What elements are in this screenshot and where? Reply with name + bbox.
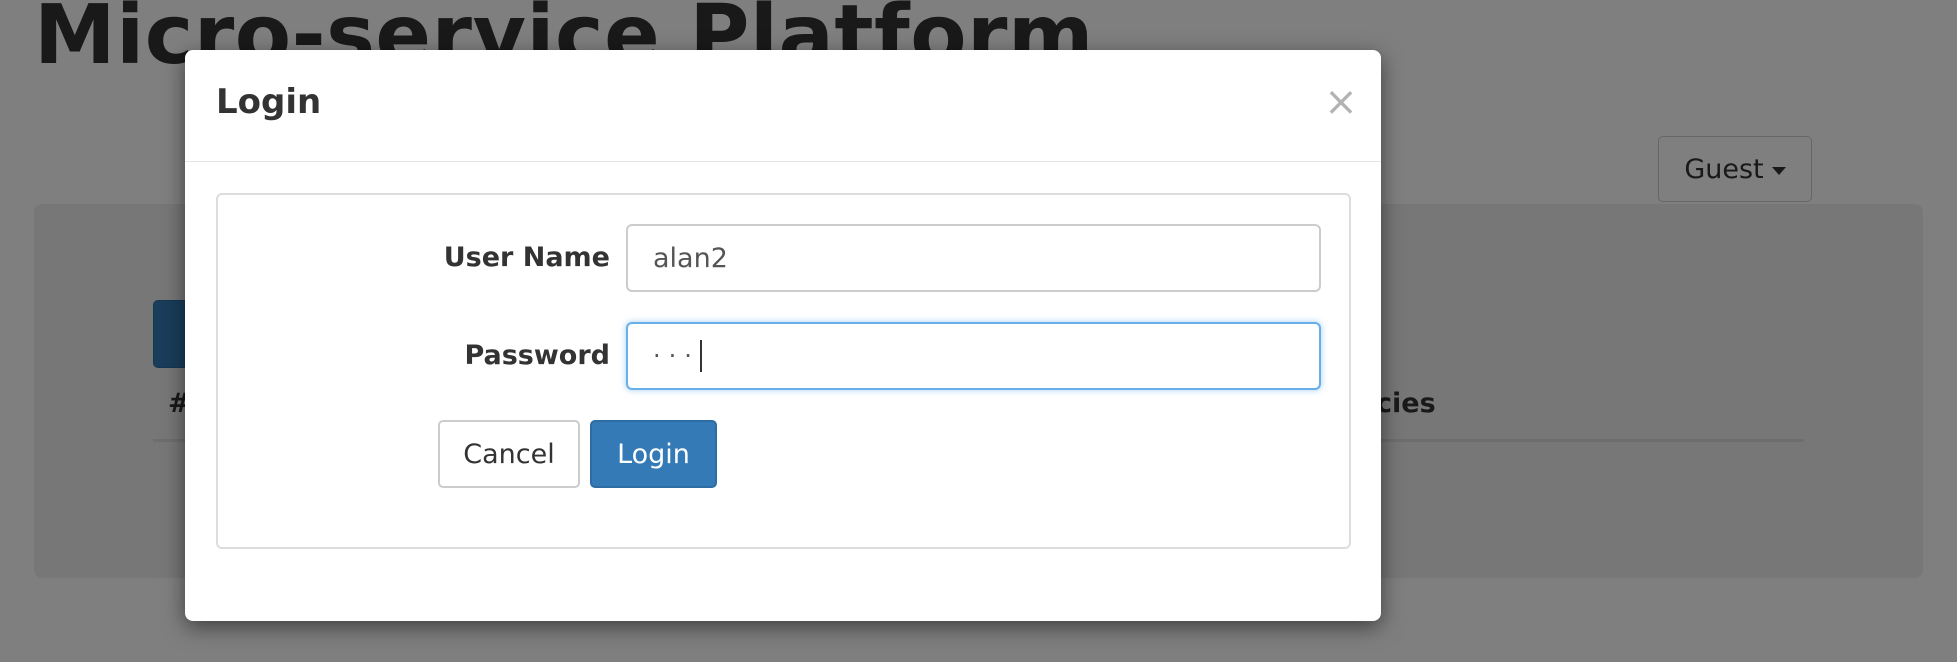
password-value: ···: [653, 342, 700, 370]
login-form: User Name alan2 Password ··· Cancel Logi…: [216, 193, 1351, 549]
login-modal: Login × User Name alan2 Password ··· Can…: [185, 50, 1381, 621]
cancel-button[interactable]: Cancel: [438, 420, 580, 488]
username-label: User Name: [443, 242, 610, 273]
page: Micro-service Platform Guest # cies Logi…: [0, 0, 1957, 662]
login-submit-button[interactable]: Login: [590, 420, 717, 488]
password-input[interactable]: ···: [626, 322, 1321, 390]
username-value: alan2: [653, 242, 728, 274]
username-input[interactable]: alan2: [626, 224, 1321, 292]
modal-title: Login: [216, 82, 322, 122]
text-cursor: [699, 340, 702, 372]
close-icon[interactable]: ×: [1321, 80, 1361, 124]
password-label: Password: [464, 340, 610, 371]
modal-header: Login ×: [185, 50, 1381, 162]
